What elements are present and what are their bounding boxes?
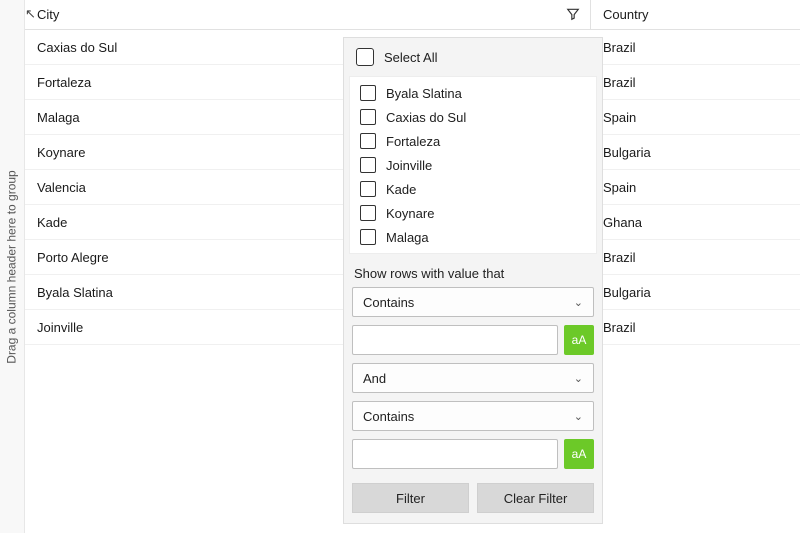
filter-option-label: Fortaleza: [386, 134, 440, 149]
column-header-country[interactable]: Country: [591, 0, 800, 29]
filter-rows-label: Show rows with value that: [344, 262, 602, 287]
filter-option-label: Malaga: [386, 230, 429, 245]
checkbox-icon: [360, 109, 376, 125]
filter-popup: Select All Byala Slatina Caxias do Sul For…: [343, 37, 603, 524]
filter-option-label: Kade: [386, 182, 416, 197]
column-header-city[interactable]: ↖ City: [25, 0, 591, 29]
filter-option-label: Byala Slatina: [386, 86, 462, 101]
checkbox-icon: [360, 205, 376, 221]
chevron-down-icon: ⌄: [574, 372, 583, 385]
filter-button[interactable]: Filter: [352, 483, 469, 513]
cell-country: Brazil: [591, 30, 800, 64]
logic-value: And: [363, 371, 386, 386]
filter-option-label: Caxias do Sul: [386, 110, 466, 125]
cell-country: Spain: [591, 100, 800, 134]
case-sensitive2-button[interactable]: aA: [564, 439, 594, 469]
checkbox-icon: [356, 48, 374, 66]
filter-button-label: Filter: [396, 491, 425, 506]
clear-filter-button[interactable]: Clear Filter: [477, 483, 594, 513]
cell-country: Brazil: [591, 240, 800, 274]
checkbox-icon: [360, 229, 376, 245]
chevron-down-icon: ⌄: [574, 296, 583, 309]
checkbox-icon: [360, 85, 376, 101]
filter-option[interactable]: Caxias do Sul: [350, 105, 596, 129]
filter-option[interactable]: Malaga: [350, 225, 596, 249]
filter-option[interactable]: Fortaleza: [350, 129, 596, 153]
cell-country: Bulgaria: [591, 275, 800, 309]
filter-value2-input[interactable]: [352, 439, 558, 469]
filter-icon[interactable]: [566, 7, 580, 21]
checkbox-icon: [360, 181, 376, 197]
chevron-down-icon: ⌄: [574, 410, 583, 423]
case-sensitive1-button[interactable]: aA: [564, 325, 594, 355]
filter-option[interactable]: Kade: [350, 177, 596, 201]
filter-option[interactable]: Byala Slatina: [350, 81, 596, 105]
filter-values-list: Byala Slatina Caxias do Sul Fortaleza Joinv…: [349, 76, 597, 254]
select-all-label: Select All: [384, 50, 437, 65]
sort-ascending-icon: ↖: [25, 6, 41, 22]
data-grid: ↖ City Country Caxias do Sul Brazil Fortal…: [25, 0, 800, 533]
filter-value1-input[interactable]: [352, 325, 558, 355]
condition1-combo[interactable]: Contains ⌄: [352, 287, 594, 317]
group-panel[interactable]: Drag a column header here to group: [0, 0, 25, 533]
checkbox-icon: [360, 157, 376, 173]
filter-option-label: Joinville: [386, 158, 432, 173]
condition2-combo[interactable]: Contains ⌄: [352, 401, 594, 431]
column-header-country-label: Country: [603, 7, 649, 22]
group-panel-hint: Drag a column header here to group: [5, 170, 19, 363]
cell-country: Ghana: [591, 205, 800, 239]
condition2-value: Contains: [363, 409, 414, 424]
cell-country: Spain: [591, 170, 800, 204]
filter-option-label: Koynare: [386, 206, 434, 221]
grid-header: ↖ City Country: [25, 0, 800, 30]
logic-combo[interactable]: And ⌄: [352, 363, 594, 393]
cell-country: Bulgaria: [591, 135, 800, 169]
cell-country: Brazil: [591, 310, 800, 344]
clear-filter-button-label: Clear Filter: [504, 491, 568, 506]
checkbox-icon: [360, 133, 376, 149]
cell-country: Brazil: [591, 65, 800, 99]
select-all-option[interactable]: Select All: [344, 38, 602, 76]
filter-option[interactable]: Koynare: [350, 201, 596, 225]
condition1-value: Contains: [363, 295, 414, 310]
filter-option[interactable]: Joinville: [350, 153, 596, 177]
case-icon: aA: [572, 447, 587, 461]
case-icon: aA: [572, 333, 587, 347]
